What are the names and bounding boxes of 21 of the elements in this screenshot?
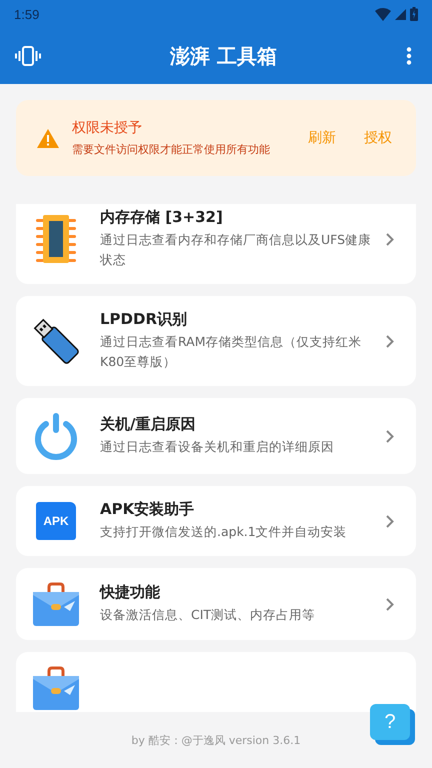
tool-title: APK安装助手: [100, 500, 194, 519]
tool-description: 通过日志查看设备关机和重启的详细原因: [100, 438, 334, 456]
status-time: 1:59: [14, 6, 40, 22]
tool-card[interactable]: 内存存储 [3+32] 通过日志查看内存和存储厂商信息以及UFS健康状态: [16, 204, 416, 284]
footer-credit: by 酷安：@于逸风 version 3.6.1: [131, 732, 301, 748]
tool-description: 通过日志查看RAM存储类型信息（仅支持红米K80至尊版）: [100, 333, 363, 371]
tool-title: 快捷功能: [100, 583, 160, 602]
tool-card[interactable]: LPDDR识别 通过日志查看RAM存储类型信息（仅支持红米K80至尊版）: [16, 296, 416, 386]
tool-title: 关机/重启原因: [100, 415, 196, 434]
tool-card[interactable]: 关机/重启原因 通过日志查看设备关机和重启的详细原因: [16, 398, 416, 474]
tool-description: 支持打开微信发送的.apk.1文件并自动安装: [100, 523, 347, 541]
tool-title: LPDDR识别: [100, 310, 188, 329]
tool-description: 设备激活信息、CIT测试、内存占用等: [100, 606, 316, 624]
tool-description: 通过日志查看内存和存储厂商信息以及UFS健康状态: [100, 231, 372, 269]
tool-title: 内存存储 [3+32]: [100, 208, 223, 227]
banner-title: 权限未授予: [72, 119, 142, 137]
banner-message: 需要文件访问权限才能正常使用所有功能: [72, 142, 270, 157]
app-title: 澎湃 工具箱: [168, 42, 278, 70]
apk-folder-icon: APK: [36, 502, 76, 540]
tool-card[interactable]: APK APK安装助手 支持打开微信发送的.apk.1文件并自动安装: [16, 486, 416, 556]
tool-card[interactable]: 快捷功能 设备激活信息、CIT测试、内存占用等: [16, 568, 416, 640]
